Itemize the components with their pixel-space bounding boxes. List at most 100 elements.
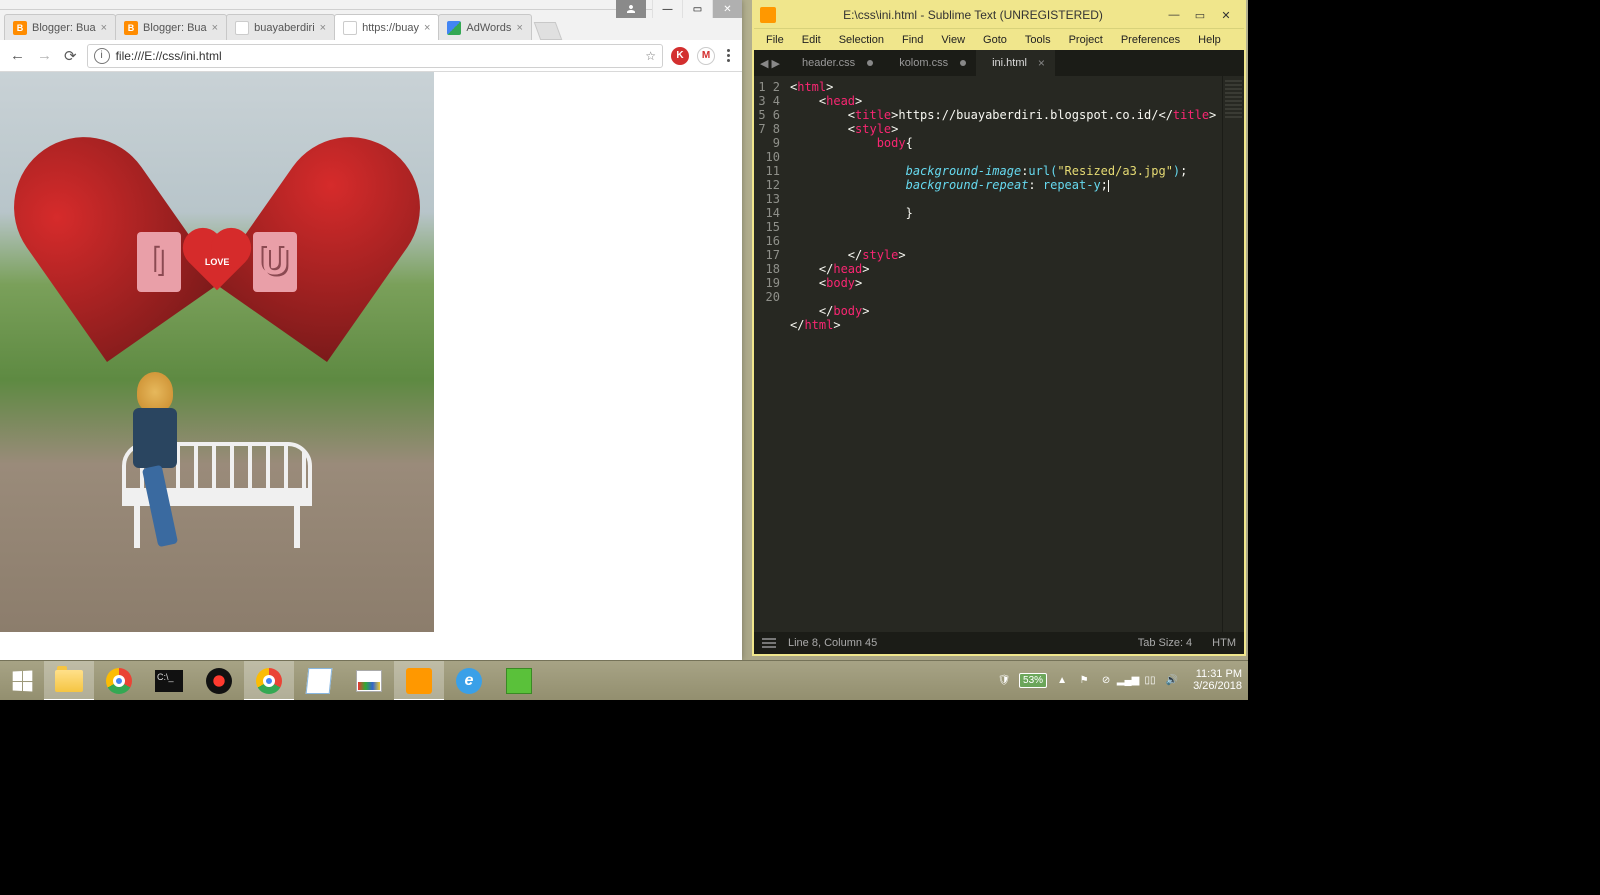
sublime-editor: 1 2 3 4 5 6 7 8 9 10 11 12 13 14 15 16 1… — [754, 76, 1244, 632]
taskbar-file-explorer[interactable] — [44, 661, 94, 701]
browser-tab[interactable]: buayaberdiri × — [226, 14, 335, 40]
browser-tab-active[interactable]: https://buay × — [334, 14, 439, 40]
tab-label: ini.html — [992, 57, 1027, 69]
close-button[interactable]: ✕ — [1214, 6, 1238, 24]
sublime-menubar: File Edit Selection Find View Goto Tools… — [754, 28, 1244, 50]
chrome-account-icon[interactable] — [616, 0, 646, 18]
menu-find[interactable]: Find — [894, 32, 931, 48]
menu-help[interactable]: Help — [1190, 32, 1229, 48]
reload-button[interactable]: ⟳ — [62, 45, 79, 67]
action-center-icon[interactable]: ⚑ — [1077, 673, 1091, 687]
close-button[interactable]: ✕ — [712, 0, 742, 18]
browser-tab[interactable]: BBlogger: Bua× — [4, 14, 116, 40]
chrome-window: — ▭ ✕ BBlogger: Bua× BBlogger: Bua× buay… — [0, 0, 742, 660]
volume-icon[interactable]: 🔊 — [1165, 673, 1179, 687]
minimize-button[interactable]: — — [652, 0, 682, 18]
taskbar-clock[interactable]: 11:31 PM 3/26/2018 — [1193, 668, 1242, 692]
menu-edit[interactable]: Edit — [794, 32, 829, 48]
extension-gmail-icon[interactable]: M — [697, 47, 715, 65]
taskbar-notepad[interactable] — [294, 661, 344, 701]
url-text: file:///E://css/ini.html — [116, 49, 222, 63]
page-background-photo: I LOVE U — [0, 72, 434, 632]
tab-label: Blogger: Bua — [143, 22, 207, 34]
tab-label: AdWords — [466, 22, 511, 34]
tab-label: https://buay — [362, 22, 419, 34]
wifi-icon[interactable]: ▂▄▆ — [1121, 673, 1135, 687]
taskbar-sublime[interactable] — [394, 661, 444, 701]
sidebar-toggle-icon[interactable] — [762, 638, 776, 648]
taskbar-chrome[interactable] — [94, 661, 144, 701]
menu-view[interactable]: View — [933, 32, 973, 48]
network-disconnected-icon[interactable]: ⊘ — [1099, 673, 1113, 687]
start-button[interactable] — [0, 661, 44, 701]
menu-project[interactable]: Project — [1061, 32, 1111, 48]
line-gutter: 1 2 3 4 5 6 7 8 9 10 11 12 13 14 15 16 1… — [754, 76, 786, 632]
address-bar[interactable]: i file:///E://css/ini.html ☆ — [87, 44, 663, 68]
back-button[interactable]: ← — [8, 45, 27, 66]
chrome-toolbar: ← → ⟳ i file:///E://css/ini.html ☆ K M — [0, 40, 742, 72]
chrome-menu-button[interactable] — [723, 49, 734, 62]
black-area-bottom — [0, 700, 1600, 895]
editor-tab-active[interactable]: ini.html × — [976, 50, 1055, 76]
tab-close-icon[interactable]: × — [516, 22, 522, 34]
chrome-icon — [256, 668, 282, 694]
love-heart-icon: LOVE — [189, 234, 246, 291]
dragon-icon — [206, 668, 232, 694]
taskbar-paint[interactable] — [344, 661, 394, 701]
site-info-icon[interactable]: i — [94, 48, 110, 64]
sublime-tabbar: ◀ ▶ header.css kolom.css ini.html × — [754, 50, 1244, 76]
tab-close-icon[interactable]: × — [212, 22, 218, 34]
menu-tools[interactable]: Tools — [1017, 32, 1059, 48]
tab-close-icon[interactable]: × — [320, 22, 326, 34]
tab-close-icon[interactable]: × — [424, 22, 430, 34]
status-language[interactable]: HTM — [1212, 637, 1236, 649]
bars-icon[interactable]: ▯▯ — [1143, 673, 1157, 687]
security-shield-icon[interactable]: 🛡 — [997, 673, 1011, 687]
menu-preferences[interactable]: Preferences — [1113, 32, 1188, 48]
letter-i: I — [137, 232, 181, 292]
menu-goto[interactable]: Goto — [975, 32, 1015, 48]
chrome-viewport: I LOVE U — [0, 72, 742, 660]
forward-button[interactable]: → — [35, 45, 54, 66]
sublime-titlebar[interactable]: E:\css\ini.html - Sublime Text (UNREGIST… — [754, 2, 1244, 28]
tab-close-icon[interactable]: × — [101, 22, 107, 34]
taskbar-cmd[interactable]: C:\_ — [144, 661, 194, 701]
favicon-icon — [343, 21, 357, 35]
editor-tab[interactable]: header.css — [786, 50, 883, 76]
bookmark-star-icon[interactable]: ☆ — [645, 49, 656, 63]
menu-file[interactable]: File — [758, 32, 792, 48]
tab-label: buayaberdiri — [254, 22, 315, 34]
tray-chevron-icon[interactable]: ▲ — [1055, 673, 1069, 687]
battery-indicator[interactable]: 53% — [1019, 673, 1047, 688]
extension-k-icon[interactable]: K — [671, 47, 689, 65]
ie-icon — [456, 668, 482, 694]
menu-selection[interactable]: Selection — [831, 32, 892, 48]
black-area-right — [1248, 0, 1600, 700]
window-title: E:\css\ini.html - Sublime Text (UNREGIST… — [784, 8, 1162, 22]
favicon-blogger-icon: B — [13, 21, 27, 35]
status-cursor: Line 8, Column 45 — [788, 637, 877, 649]
heart-letters: I LOVE U — [107, 172, 327, 352]
chrome-icon — [106, 668, 132, 694]
browser-tab[interactable]: B Blogger: Bua × — [115, 14, 227, 40]
favicon-blogger-icon: B — [124, 21, 138, 35]
taskbar-dragon[interactable] — [194, 661, 244, 701]
favicon-icon — [235, 21, 249, 35]
taskbar-chrome-2[interactable] — [244, 661, 294, 701]
tab-close-icon[interactable]: × — [1038, 56, 1045, 70]
browser-tab[interactable]: AdWords × — [438, 14, 531, 40]
battery-text: 53% — [1023, 675, 1043, 686]
editor-tab[interactable]: kolom.css — [883, 50, 976, 76]
minimize-button[interactable]: — — [1162, 6, 1186, 24]
new-tab-button[interactable] — [534, 22, 563, 40]
tab-nav-arrows[interactable]: ◀ ▶ — [754, 57, 786, 70]
taskbar-ie[interactable] — [444, 661, 494, 701]
taskbar-green-app[interactable] — [494, 661, 544, 701]
maximize-button[interactable]: ▭ — [1188, 6, 1212, 24]
minimap[interactable] — [1222, 76, 1244, 632]
maximize-button[interactable]: ▭ — [682, 0, 712, 18]
chrome-window-controls: — ▭ ✕ — [652, 0, 742, 18]
status-tabsize[interactable]: Tab Size: 4 — [1138, 637, 1192, 649]
desktop: — ▭ ✕ BBlogger: Bua× BBlogger: Bua× buay… — [0, 0, 1600, 895]
code-area[interactable]: <html> <head> <title>https://buayaberdir… — [786, 76, 1222, 632]
